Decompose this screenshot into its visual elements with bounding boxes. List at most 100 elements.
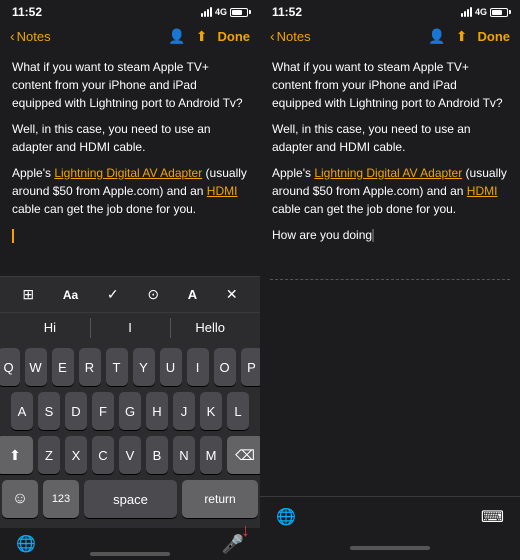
key-s[interactable]: S (38, 392, 60, 430)
signal-bar-4 (210, 7, 212, 17)
key-t[interactable]: T (106, 348, 128, 386)
globe-icon-right[interactable]: 🌐 (276, 507, 296, 527)
person-icon-left[interactable]: 👤 (168, 28, 185, 45)
key-l[interactable]: L (227, 392, 249, 430)
battery-icon-right (490, 8, 508, 17)
done-button-right[interactable]: Done (478, 29, 511, 44)
globe-icon-left[interactable]: 🌐 (16, 534, 36, 554)
keyboard-left: Q W E R T Y U I O P A S D F G H J K L ⬆ … (0, 342, 260, 528)
bottom-bar-left: 🌐 ↓ 🎤 (0, 528, 260, 560)
key-j[interactable]: J (173, 392, 195, 430)
close-keyboard-icon[interactable]: ✕ (226, 286, 238, 303)
nav-icons-right: 👤 ⬆ (428, 28, 467, 45)
key-x[interactable]: X (65, 436, 87, 474)
signal-bar-1 (201, 13, 203, 17)
key-p[interactable]: P (241, 348, 261, 386)
predict-word-1[interactable]: Hi (10, 320, 90, 335)
signal-bar-3 (207, 9, 209, 17)
key-b[interactable]: B (146, 436, 168, 474)
arrow-down-icon: ↓ (241, 520, 250, 541)
home-indicator-right (350, 546, 430, 550)
key-row-4: ☺ 123 space return (2, 480, 258, 518)
key-a[interactable]: A (11, 392, 33, 430)
dashed-line (270, 279, 510, 280)
note-paragraph-4-right: How are you doing (272, 226, 508, 244)
key-row-1: Q W E R T Y U I O P (2, 348, 258, 386)
key-w[interactable]: W (25, 348, 47, 386)
chevron-left-icon-right: ‹ (270, 28, 275, 44)
key-q[interactable]: Q (0, 348, 20, 386)
key-return[interactable]: return (182, 480, 258, 518)
person-icon-right[interactable]: 👤 (428, 28, 445, 45)
status-time-left: 11:52 (12, 5, 42, 19)
key-n[interactable]: N (173, 436, 195, 474)
key-o[interactable]: O (214, 348, 236, 386)
network-type-right: 4G (475, 7, 487, 17)
checklist-icon[interactable]: ✓ (107, 286, 119, 303)
dashed-separator (260, 275, 520, 284)
status-bar-right: 11:52 4G (260, 0, 520, 22)
text-cursor-left (12, 229, 14, 243)
note-paragraph-3-right: Apple's Lightning Digital AV Adapter (us… (272, 164, 508, 218)
status-time-right: 11:52 (272, 5, 302, 19)
battery-fill-right (492, 10, 502, 15)
note-paragraph-2-left: Well, in this case, you need to use an a… (12, 120, 248, 156)
key-v[interactable]: V (119, 436, 141, 474)
signal-bars-right (461, 7, 472, 17)
key-m[interactable]: M (200, 436, 222, 474)
key-d[interactable]: D (65, 392, 87, 430)
key-g[interactable]: G (119, 392, 141, 430)
waveform-area (260, 284, 520, 497)
right-panel: 11:52 4G ‹ Notes 👤 ⬆ Done What if you (260, 0, 520, 560)
share-icon-right[interactable]: ⬆ (456, 28, 468, 45)
key-delete[interactable]: ⌫ (227, 436, 260, 474)
keyboard-toolbar-left: ⊞ Aa ✓ ⊙ A ✕ (0, 276, 260, 312)
note-paragraph-1-right: What if you want to steam Apple TV+ cont… (272, 58, 508, 112)
signal-bar-r4 (470, 7, 472, 17)
text-cursor-right (372, 229, 374, 242)
back-button-left[interactable]: ‹ Notes (10, 28, 168, 44)
markup-icon[interactable]: A (188, 287, 197, 302)
keyboard-icon-right[interactable]: ⌨ (481, 507, 504, 527)
format-icon[interactable]: Aa (63, 288, 78, 302)
bottom-bar-right: 🌐 ⌨ (260, 496, 520, 536)
nav-bar-left: ‹ Notes 👤 ⬆ Done (0, 22, 260, 52)
note-text-p4: How are you doing (272, 228, 372, 242)
share-icon-left[interactable]: ⬆ (196, 28, 208, 45)
home-bar-right (260, 536, 520, 560)
key-y[interactable]: Y (133, 348, 155, 386)
status-icons-left: 4G (201, 7, 248, 17)
key-r[interactable]: R (79, 348, 101, 386)
done-button-left[interactable]: Done (218, 29, 251, 44)
note-content-right: What if you want to steam Apple TV+ cont… (260, 52, 520, 275)
note-paragraph-3-left: Apple's Lightning Digital AV Adapter (us… (12, 164, 248, 218)
table-icon[interactable]: ⊞ (22, 286, 34, 303)
note-paragraph-2-right: Well, in this case, you need to use an a… (272, 120, 508, 156)
back-button-right[interactable]: ‹ Notes (270, 28, 428, 44)
signal-bar-r2 (464, 11, 466, 17)
key-shift[interactable]: ⬆ (0, 436, 33, 474)
key-h[interactable]: H (146, 392, 168, 430)
key-f[interactable]: F (92, 392, 114, 430)
battery-icon-left (230, 8, 248, 17)
camera-icon[interactable]: ⊙ (147, 286, 159, 303)
key-numbers[interactable]: 123 (43, 480, 79, 518)
signal-bar-r3 (467, 9, 469, 17)
key-c[interactable]: C (92, 436, 114, 474)
note-text-pre-right: Apple's (272, 166, 314, 180)
key-space[interactable]: space (84, 480, 177, 518)
predict-word-2[interactable]: I (90, 320, 170, 335)
note-text-post-right: cable can get the job done for you. (272, 202, 456, 216)
key-row-2: A S D F G H J K L (2, 392, 258, 430)
key-i[interactable]: I (187, 348, 209, 386)
key-emoji[interactable]: ☺ (2, 480, 38, 518)
predict-word-3[interactable]: Hello (170, 320, 250, 335)
network-type-left: 4G (215, 7, 227, 17)
key-e[interactable]: E (52, 348, 74, 386)
signal-bar-2 (204, 11, 206, 17)
back-label-right: Notes (277, 29, 311, 44)
key-k[interactable]: K (200, 392, 222, 430)
key-z[interactable]: Z (38, 436, 60, 474)
chevron-left-icon: ‹ (10, 28, 15, 44)
key-u[interactable]: U (160, 348, 182, 386)
